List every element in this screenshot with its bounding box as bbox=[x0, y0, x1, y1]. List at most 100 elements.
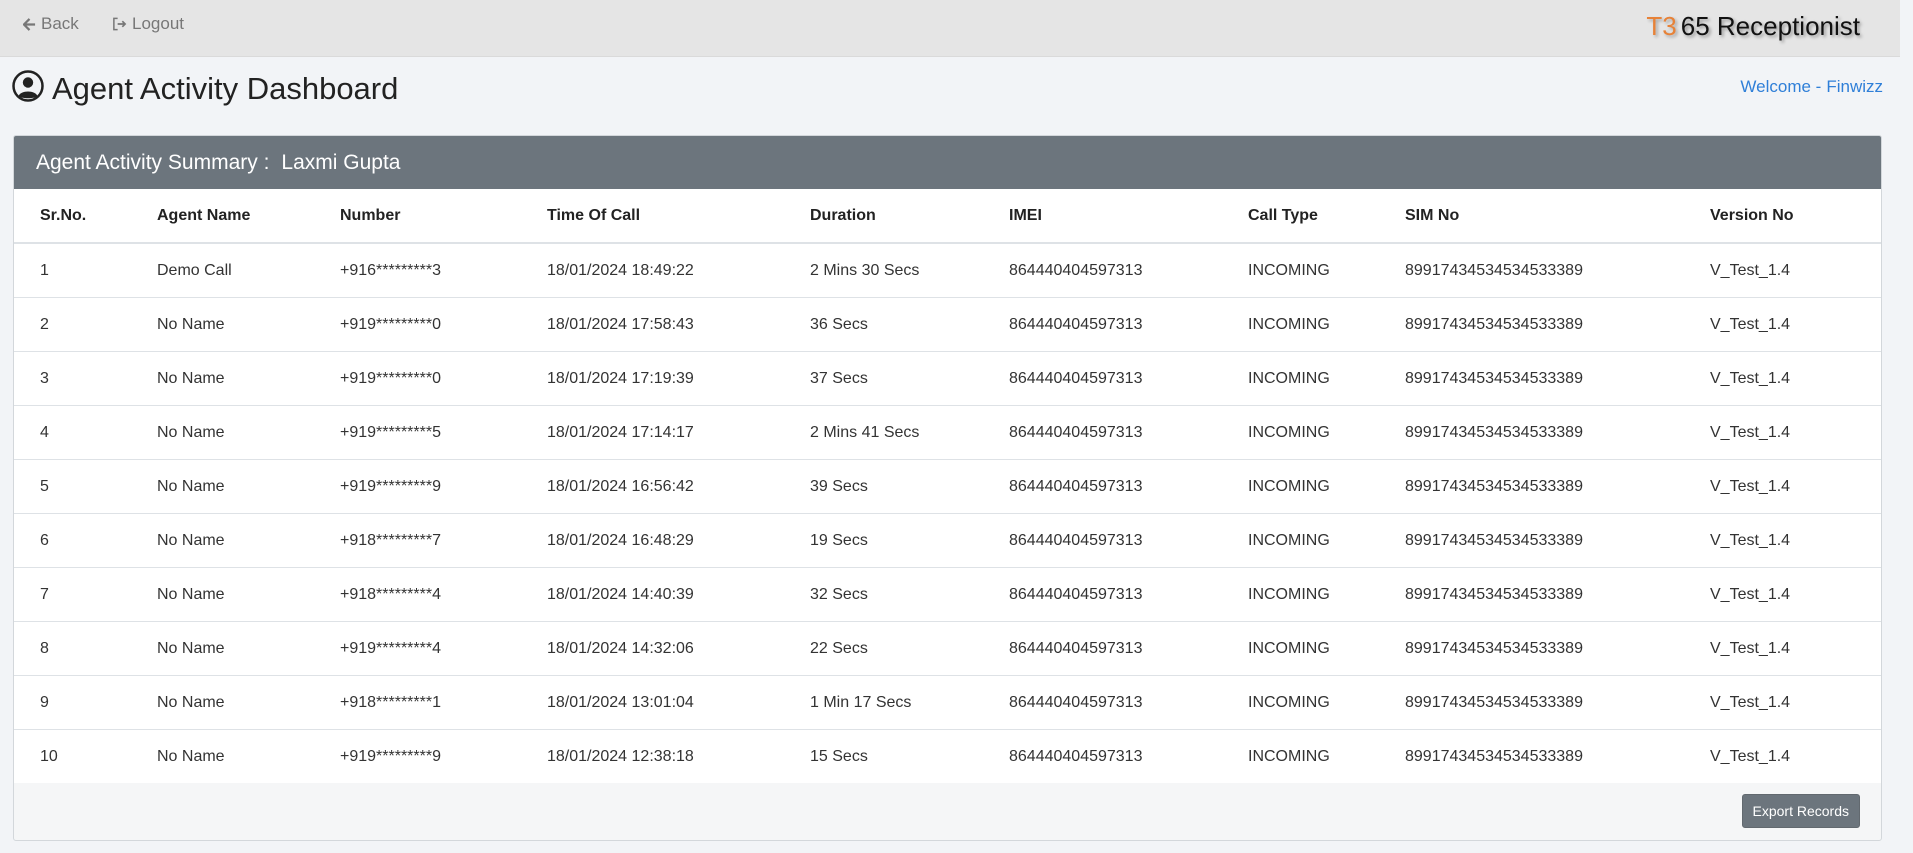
cell-imei: 864440404597313 bbox=[1009, 513, 1248, 568]
cell-imei: 864440404597313 bbox=[1009, 459, 1248, 514]
cell-call-type: INCOMING bbox=[1248, 621, 1405, 676]
brand-mark: T3 bbox=[1646, 11, 1677, 41]
activity-table: Sr.No. Agent Name Number Time Of Call Du… bbox=[14, 189, 1881, 783]
cell-duration: 22 Secs bbox=[810, 621, 1009, 676]
col-header-sim-no: SIM No bbox=[1405, 189, 1710, 244]
table-row: 6 No Name +918*********7 18/01/2024 16:48:2… bbox=[14, 513, 1881, 568]
cell-duration: 19 Secs bbox=[810, 513, 1009, 568]
sign-out-icon bbox=[112, 17, 127, 31]
cell-imei: 864440404597313 bbox=[1009, 567, 1248, 622]
cell-number: +919*********0 bbox=[340, 351, 547, 406]
cell-sim-no: 89917434534534533389 bbox=[1405, 747, 1583, 765]
cell-duration: 2 Mins 41 Secs bbox=[810, 405, 1009, 460]
cell-call-type: INCOMING bbox=[1248, 675, 1405, 730]
cell-version-no: V_Test_1.4 bbox=[1710, 297, 1881, 352]
cell-time-of-call: 18/01/2024 18:49:22 bbox=[547, 243, 810, 298]
cell-agent-name: No Name bbox=[157, 621, 340, 676]
cell-version-no: V_Test_1.4 bbox=[1710, 351, 1881, 406]
arrow-left-icon bbox=[23, 17, 36, 31]
cell-sim-no: 89917434534534533389 bbox=[1405, 621, 1710, 676]
cell-sr-no: 7 bbox=[14, 567, 157, 622]
cell-sim-no: 89917434534534533389 bbox=[1405, 405, 1710, 460]
logout-label: Logout bbox=[132, 14, 184, 33]
cell-sr-no: 6 bbox=[14, 513, 157, 568]
cell-call-type: INCOMING bbox=[1248, 567, 1405, 622]
cell-imei: 864440404597313 bbox=[1009, 675, 1248, 730]
cell-sim-no: 89917434534534533389 bbox=[1405, 513, 1710, 568]
table-row: 2 No Name +919*********0 18/01/2024 17:58:4… bbox=[14, 297, 1881, 352]
cell-duration: 36 Secs bbox=[810, 297, 1009, 352]
cell-imei: 864440404597313 bbox=[1009, 405, 1248, 460]
cell-sr-no: 1 bbox=[14, 243, 157, 298]
cell-call-type: INCOMING bbox=[1248, 351, 1405, 406]
cell-sr-no: 10 bbox=[40, 747, 58, 765]
cell-call-type: INCOMING bbox=[1248, 459, 1405, 514]
cell-call-type: INCOMING bbox=[1248, 747, 1330, 765]
cell-call-type: INCOMING bbox=[1248, 243, 1405, 298]
cell-version-no: V_Test_1.4 bbox=[1710, 459, 1881, 514]
cell-sim-no: 89917434534534533389 bbox=[1405, 243, 1710, 298]
cell-call-type: INCOMING bbox=[1248, 405, 1405, 460]
cell-sr-no: 2 bbox=[14, 297, 157, 352]
cell-time-of-call: 18/01/2024 12:38:18 bbox=[547, 747, 694, 765]
cell-time-of-call: 18/01/2024 14:32:06 bbox=[547, 621, 810, 676]
cell-imei: 864440404597313 bbox=[1009, 621, 1248, 676]
logout-link[interactable]: Logout bbox=[112, 14, 184, 34]
cell-call-type: INCOMING bbox=[1248, 513, 1405, 568]
cell-number: +919*********0 bbox=[340, 297, 547, 352]
back-link[interactable]: Back bbox=[23, 14, 79, 34]
cell-number: +919*********4 bbox=[340, 621, 547, 676]
export-records-button[interactable]: Export Records bbox=[1741, 794, 1860, 828]
page-title-row: Agent Activity Dashboard bbox=[12, 70, 398, 107]
cell-duration: 15 Secs bbox=[810, 747, 868, 765]
cell-sr-no: 3 bbox=[14, 351, 157, 406]
col-header-imei: IMEI bbox=[1009, 189, 1248, 244]
cell-agent-name: No Name bbox=[157, 747, 225, 765]
cell-duration: 37 Secs bbox=[810, 351, 1009, 406]
cell-time-of-call: 18/01/2024 17:58:43 bbox=[547, 297, 810, 352]
cell-duration: 32 Secs bbox=[810, 567, 1009, 622]
cell-time-of-call: 18/01/2024 13:01:04 bbox=[547, 675, 810, 730]
col-header-call-type: Call Type bbox=[1248, 189, 1405, 244]
cell-time-of-call: 18/01/2024 14:40:39 bbox=[547, 567, 810, 622]
summary-agent-name: Laxmi Gupta bbox=[281, 150, 401, 174]
cell-number: +916*********3 bbox=[340, 243, 547, 298]
col-header-time-of-call: Time Of Call bbox=[547, 189, 810, 244]
cell-agent-name: No Name bbox=[157, 297, 340, 352]
cell-number: +919*********5 bbox=[340, 405, 547, 460]
cell-version-no: V_Test_1.4 bbox=[1710, 243, 1881, 298]
cell-imei: 864440404597313 bbox=[1009, 297, 1248, 352]
cell-version-no: V_Test_1.4 bbox=[1710, 621, 1881, 676]
col-header-number: Number bbox=[340, 189, 547, 244]
cell-duration: 39 Secs bbox=[810, 459, 1009, 514]
cell-agent-name: No Name bbox=[157, 351, 340, 406]
cell-duration: 2 Mins 30 Secs bbox=[810, 243, 1009, 298]
cell-sim-no: 89917434534534533389 bbox=[1405, 675, 1710, 730]
table-row: 8 No Name +919*********4 18/01/2024 14:32:0… bbox=[14, 621, 1881, 676]
cell-duration: 1 Min 17 Secs bbox=[810, 675, 1009, 730]
cell-sim-no: 89917434534534533389 bbox=[1405, 567, 1710, 622]
cell-version-no: V_Test_1.4 bbox=[1710, 567, 1881, 622]
cell-agent-name: No Name bbox=[157, 567, 340, 622]
cell-number: +919*********9 bbox=[340, 747, 441, 765]
cell-agent-name: No Name bbox=[157, 513, 340, 568]
back-label: Back bbox=[41, 14, 79, 33]
cell-number: +918*********4 bbox=[340, 567, 547, 622]
table-row: 4 No Name +919*********5 18/01/2024 17:14:1… bbox=[14, 405, 1881, 460]
cell-time-of-call: 18/01/2024 16:56:42 bbox=[547, 459, 810, 514]
cell-agent-name: No Name bbox=[157, 459, 340, 514]
welcome-user-link[interactable]: Finwizz bbox=[1826, 77, 1883, 97]
top-navbar: Back Logout T3 65 Receptionist bbox=[0, 0, 1900, 57]
cell-number: +919*********9 bbox=[340, 459, 547, 514]
cell-version-no: V_Test_1.4 bbox=[1710, 675, 1881, 730]
card-header: Agent Activity Summary : Laxmi Gupta bbox=[14, 136, 1881, 189]
cell-sim-no: 89917434534534533389 bbox=[1405, 351, 1710, 406]
table-row: 7 No Name +918*********4 18/01/2024 14:40:3… bbox=[14, 567, 1881, 622]
col-header-sr-no: Sr.No. bbox=[14, 189, 157, 244]
cell-sr-no: 9 bbox=[14, 675, 157, 730]
cell-sr-no: 8 bbox=[14, 621, 157, 676]
cell-imei: 864440404597313 bbox=[1009, 747, 1143, 765]
table-header-row: Sr.No. Agent Name Number Time Of Call Du… bbox=[14, 189, 1881, 244]
table-body: 1 Demo Call +916*********3 18/01/2024 18:49… bbox=[14, 243, 1881, 783]
cell-version-no: V_Test_1.4 bbox=[1710, 405, 1881, 460]
